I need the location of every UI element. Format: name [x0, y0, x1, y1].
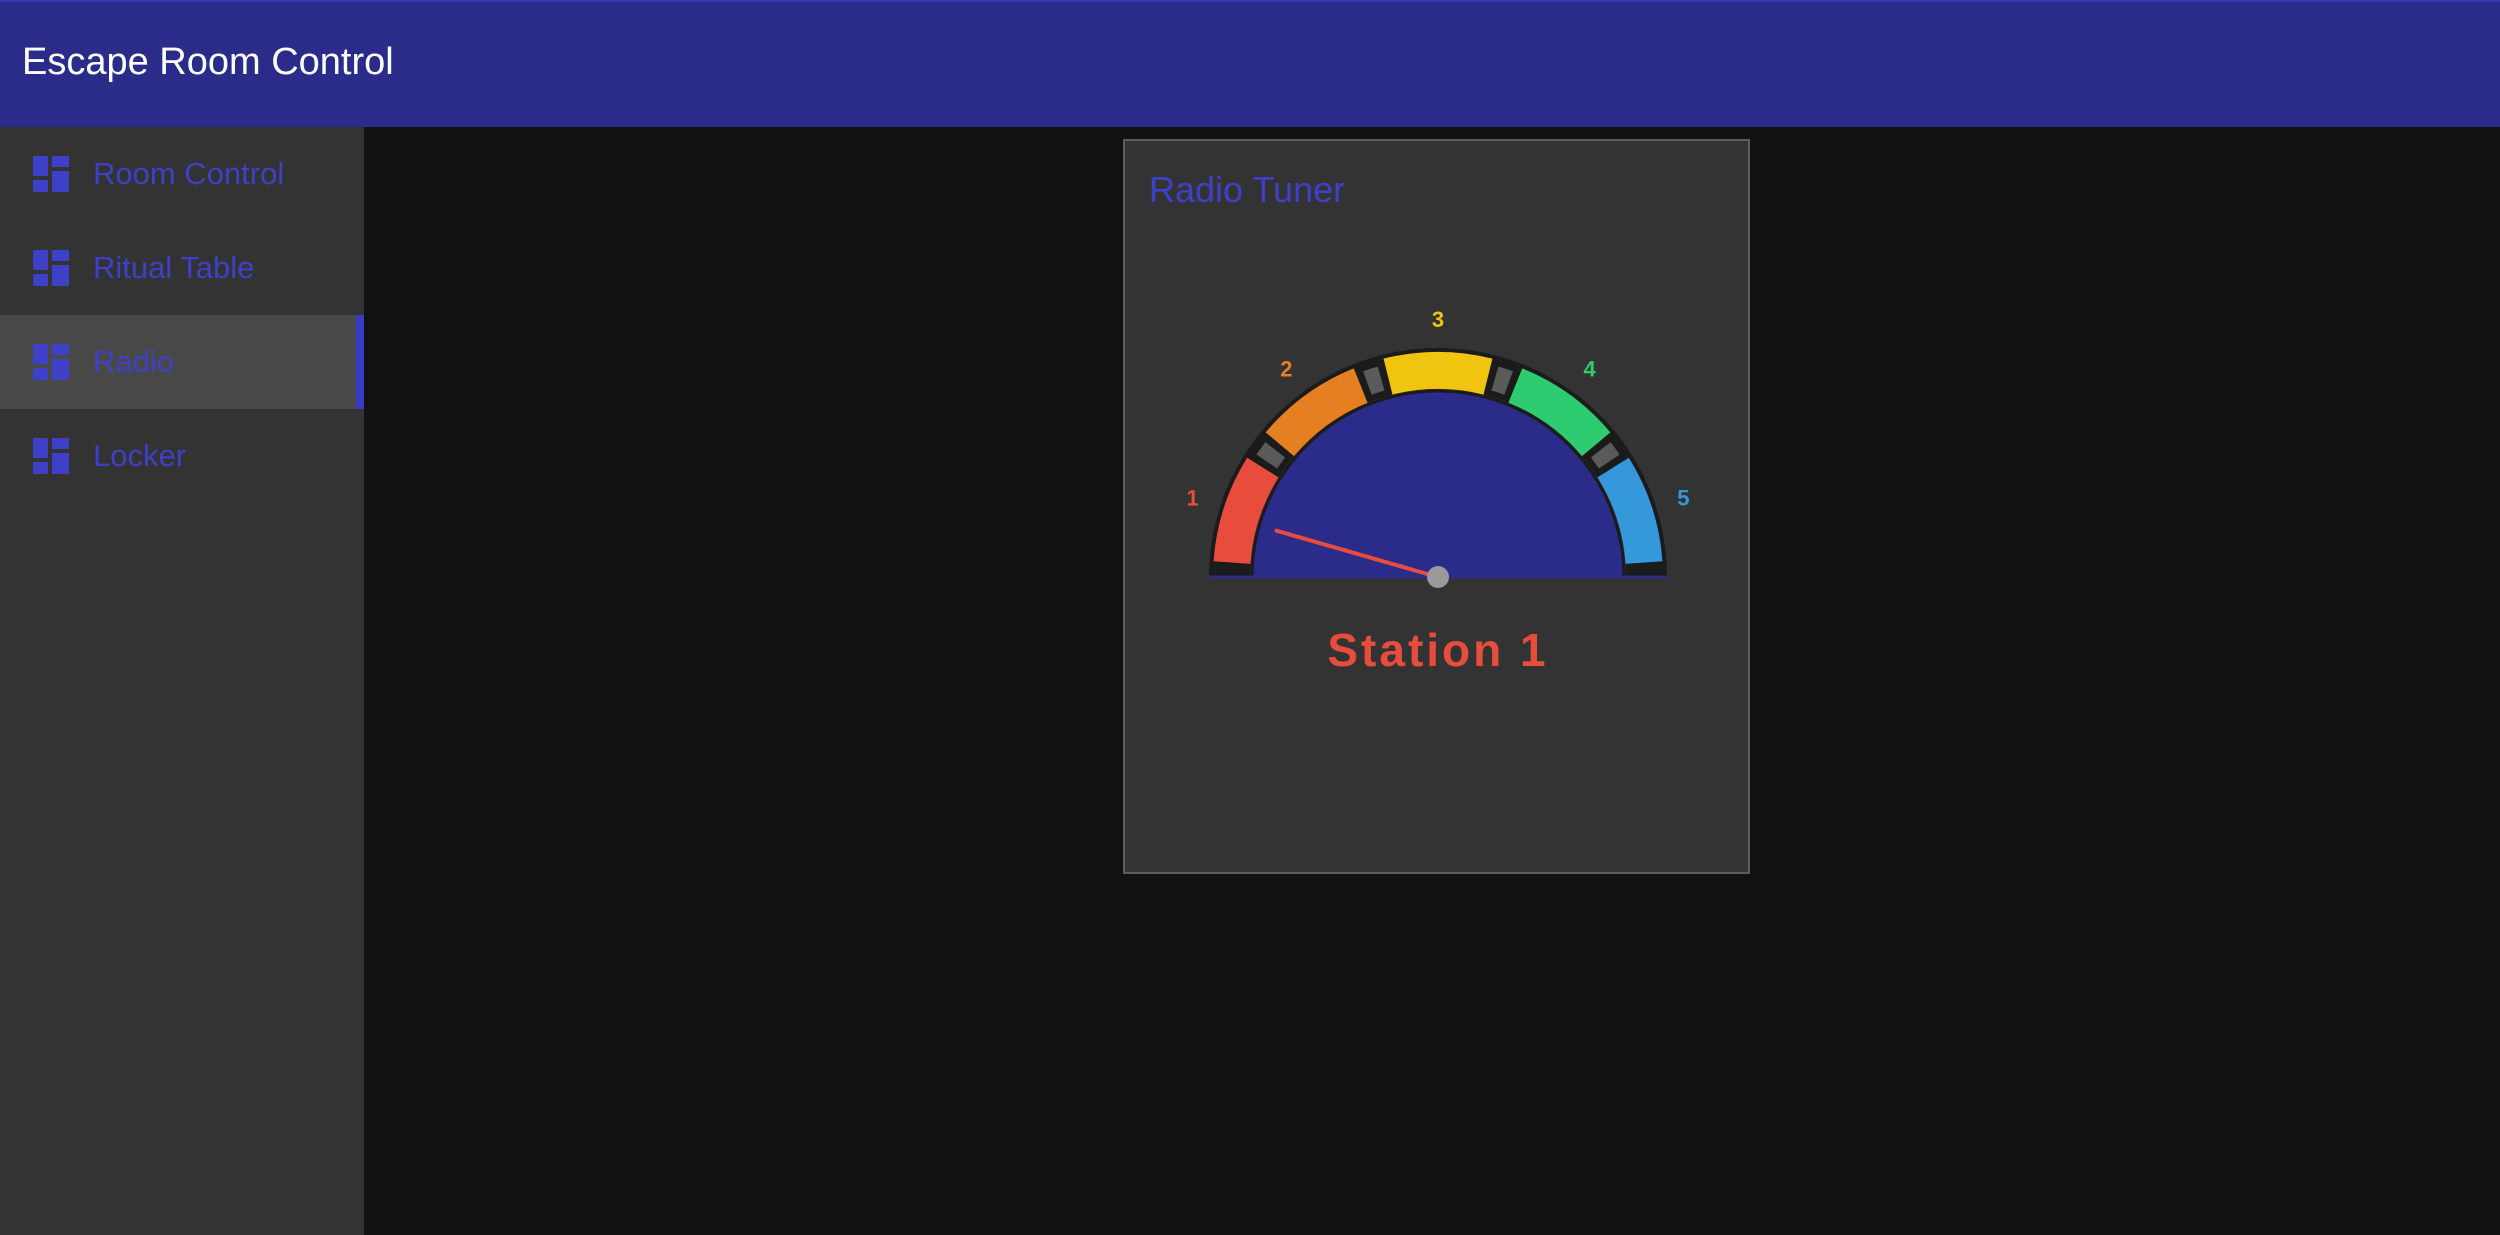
dashboard-icon [33, 250, 69, 286]
station-label-3: 3 [1432, 307, 1444, 332]
sidebar-item-locker[interactable]: Locker [0, 409, 364, 503]
app-title: Escape Room Control [22, 41, 394, 83]
sidebar-item-label: Room Control [93, 156, 285, 191]
dashboard-icon [33, 156, 69, 192]
sidebar-item-room-control[interactable]: Room Control [0, 127, 364, 221]
sidebar-item-label: Radio [93, 344, 174, 379]
dashboard-icon [33, 344, 69, 380]
current-station-readout: Station 1 [1327, 624, 1548, 676]
gauge-needle-hub [1427, 566, 1449, 588]
sidebar-item-label: Ritual Table [93, 250, 255, 285]
sidebar-item-radio[interactable]: Radio [0, 315, 364, 409]
sidebar-item-label: Locker [93, 438, 187, 473]
sidebar: Room Control Ritual Table Radio Locker [0, 127, 364, 1235]
app-root: Escape Room Control Room Control Ritual … [0, 0, 2500, 1235]
station-label-1: 1 [1187, 485, 1199, 510]
sidebar-item-ritual-table[interactable]: Ritual Table [0, 221, 364, 315]
station-label-5: 5 [1677, 485, 1689, 510]
app-header: Escape Room Control [0, 0, 2500, 127]
dashboard-icon [33, 438, 69, 474]
radio-tuner-gauge[interactable]: 1 2 3 4 5 Station 1 [1125, 141, 1748, 872]
station-label-2: 2 [1280, 356, 1292, 381]
radio-tuner-card: Radio Tuner 1 2 3 4 5 Station 1 [1123, 139, 1750, 874]
gauge-segment-station-3 [1383, 352, 1493, 395]
main-content: Radio Tuner 1 2 3 4 5 Station 1 [364, 127, 2500, 1235]
station-label-4: 4 [1584, 356, 1597, 381]
